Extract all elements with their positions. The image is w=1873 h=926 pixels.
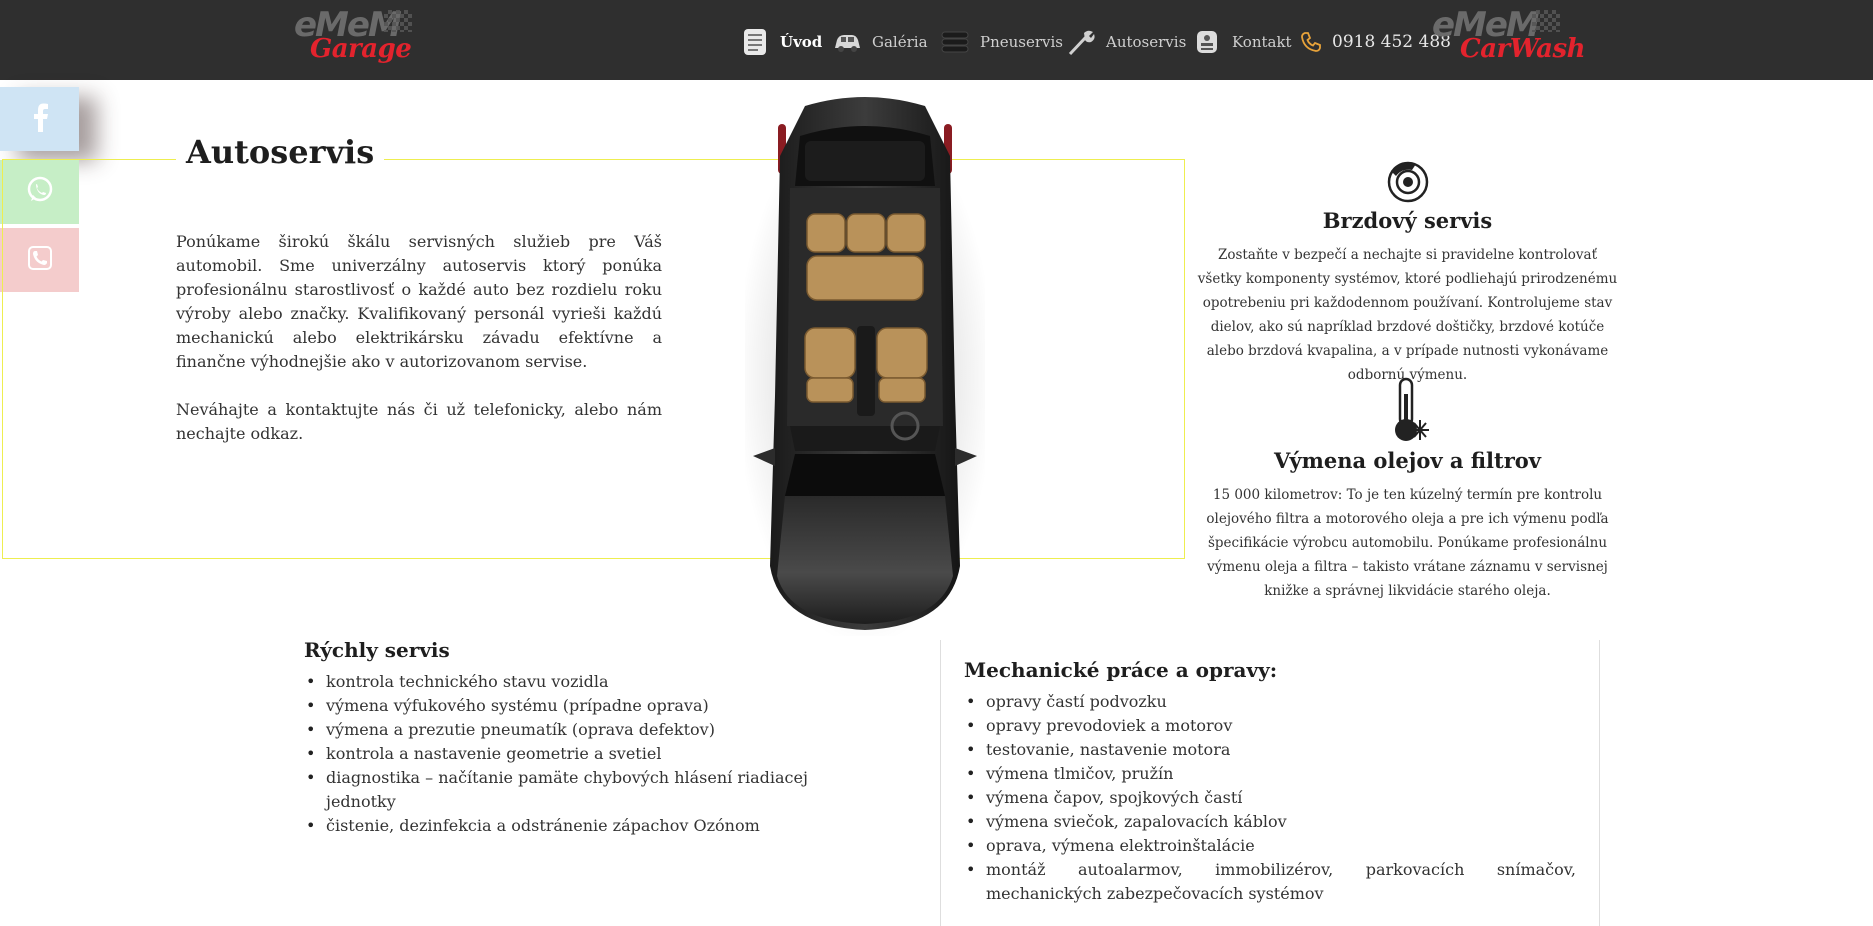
- tire-icon: [940, 27, 970, 57]
- list-item: výmena tlmičov, pružín: [964, 762, 1576, 786]
- service-title: Výmena olejov a filtrov: [1273, 448, 1541, 473]
- nav-label: Autoservis: [1106, 33, 1187, 51]
- service-text: 15 000 kilometrov: To je ten kúzelný ter…: [1206, 487, 1609, 599]
- car-icon: [832, 27, 862, 57]
- section-heading: Mechanické práce a opravy:: [964, 658, 1278, 682]
- service-title: Brzdový servis: [1322, 208, 1493, 233]
- phone-icon: [1300, 31, 1322, 53]
- intro-text: Ponúkame širokú škálu servisných služieb…: [176, 230, 662, 470]
- document-icon: [740, 27, 770, 57]
- list-item: oprava, výmena elektroinštalácie: [964, 834, 1576, 858]
- phone-link[interactable]: 0918 452 488: [1300, 26, 1451, 58]
- list-item: opravy prevodoviek a motorov: [964, 714, 1576, 738]
- checker-flag-icon: [1532, 10, 1560, 32]
- list-item: kontrola a nastavenie geometrie a svetie…: [304, 742, 864, 766]
- intro-paragraph: Ponúkame širokú škálu servisných služieb…: [176, 232, 662, 371]
- nav-label: Úvod: [780, 33, 823, 51]
- checker-flag-icon: [384, 10, 412, 32]
- service-brakes: Brzdový servis Zostaňte v bezpečí a nech…: [1195, 160, 1620, 387]
- wrench-icon: [1066, 27, 1096, 57]
- intro-paragraph: Neváhajte a kontaktujte nás či už telefo…: [176, 400, 662, 443]
- nav-item-pneuservis[interactable]: Pneuservis: [940, 26, 1063, 58]
- thermometer-icon: [1195, 376, 1620, 448]
- garage-logo[interactable]: eMeM Garage: [294, 8, 434, 68]
- service-oil: Výmena olejov a filtrov 15 000 kilometro…: [1195, 376, 1620, 603]
- nav-item-uvod[interactable]: Úvod: [740, 26, 822, 58]
- list-item: diagnostika – načítanie pamäte chybových…: [304, 766, 864, 814]
- mechanical-section: Mechanické práce a opravy: opravy častí …: [964, 658, 1576, 906]
- facebook-button[interactable]: [0, 87, 79, 151]
- service-text: Zostaňte v bezpečí a nechajte si pravide…: [1197, 247, 1618, 383]
- brake-disc-icon: [1195, 160, 1620, 208]
- list-item: čistenie, dezinfekcia a odstránenie zápa…: [304, 814, 864, 838]
- list-item: výmena čapov, spojkových častí: [964, 786, 1576, 810]
- mechanical-list: opravy častí podvozku opravy prevodoviek…: [964, 690, 1576, 906]
- logo-script: Garage: [310, 34, 412, 64]
- list-item: výmena výfukového systému (prípadne opra…: [304, 694, 864, 718]
- nav-label: Kontakt: [1232, 33, 1292, 51]
- list-item: montáž autoalarmov, immobilizérov, parko…: [964, 858, 1576, 906]
- nav-item-autoservis[interactable]: Autoservis: [1066, 26, 1186, 58]
- car-top-view-image: [735, 96, 995, 646]
- page-title: Autoservis: [176, 133, 385, 171]
- nav-item-galeria[interactable]: Galéria: [832, 26, 928, 58]
- list-item: testovanie, nastavenie motora: [964, 738, 1576, 762]
- list-item: výmena sviečok, zapalovacích káblov: [964, 810, 1576, 834]
- logo-script: CarWash: [1460, 34, 1586, 64]
- list-item: výmena a prezutie pneumatík (oprava defe…: [304, 718, 864, 742]
- header-bar: eMeM Garage Úvod Galéria Pneuservis Auto…: [0, 0, 1873, 80]
- nav-item-kontakt[interactable]: Kontakt: [1192, 26, 1292, 58]
- carwash-logo[interactable]: eMeM CarWash: [1432, 8, 1586, 68]
- quick-service-list: kontrola technického stavu vozidla výmen…: [304, 670, 864, 838]
- quick-service-section: Rýchly servis kontrola technického stavu…: [304, 638, 864, 838]
- list-item: opravy častí podvozku: [964, 690, 1576, 714]
- contact-icon: [1192, 27, 1222, 57]
- facebook-icon: [30, 102, 50, 136]
- nav-label: Pneuservis: [980, 33, 1064, 51]
- list-item: kontrola technického stavu vozidla: [304, 670, 864, 694]
- nav-label: Galéria: [872, 33, 928, 51]
- section-heading: Rýchly servis: [304, 638, 450, 662]
